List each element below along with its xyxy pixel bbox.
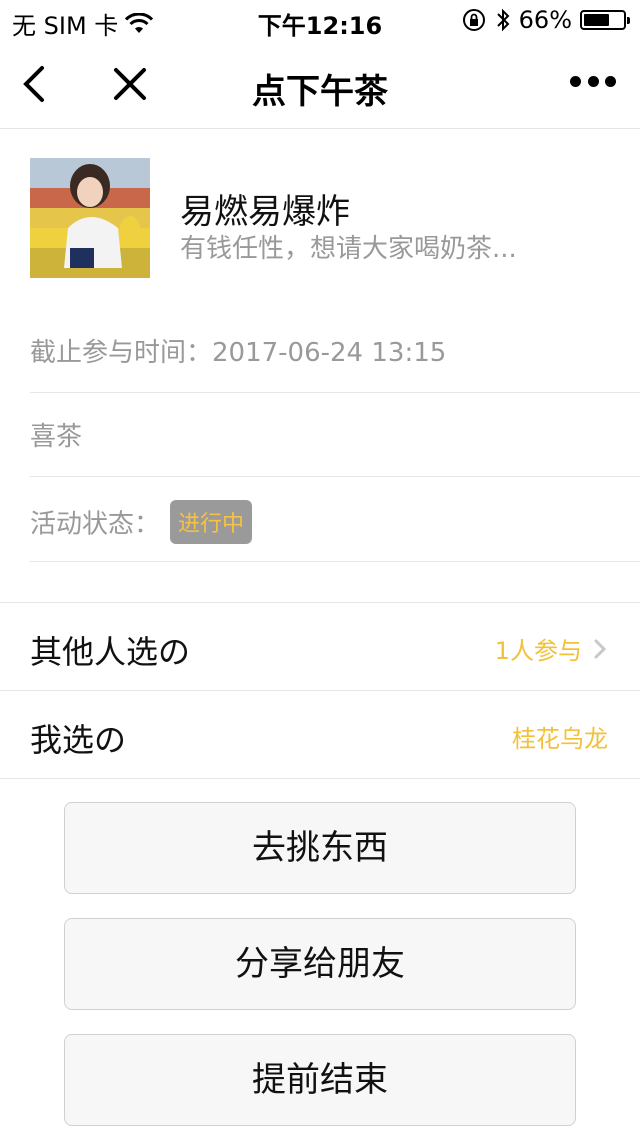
- status-label: 活动状态：: [30, 509, 161, 540]
- status-line: 活动状态： 进行中: [30, 500, 253, 544]
- orientation-lock-icon: [462, 9, 485, 31]
- deadline-text: 截止参与时间：2017-06-24 13:15: [30, 338, 447, 368]
- chevron-right-icon: [594, 639, 607, 658]
- section-divider: [0, 562, 640, 603]
- pick-items-button[interactable]: 去挑东西: [64, 802, 576, 894]
- end-early-button[interactable]: 提前结束: [64, 1034, 576, 1126]
- battery-icon: [580, 10, 630, 30]
- more-icon[interactable]: [570, 76, 616, 90]
- avatar: [30, 158, 150, 278]
- battery-percent: 66%: [518, 6, 572, 34]
- shop-name: 喜茶: [30, 422, 83, 452]
- nav-bar: 点下午茶: [0, 40, 640, 129]
- shop-row: 喜茶: [30, 392, 640, 477]
- status-bar: 无 SIM 卡 下午12:16 66%: [0, 0, 640, 40]
- activity-status-row: 活动状态： 进行中: [30, 476, 640, 562]
- others-choices-title: 其他人选の: [30, 633, 191, 671]
- others-choices-value: 1人参与: [495, 631, 608, 666]
- host-profile: 易燃易爆炸 有钱任性，想请大家喝奶茶...: [30, 158, 610, 278]
- others-choices-row[interactable]: 其他人选の 1人参与: [0, 603, 640, 691]
- my-choice-title: 我选の: [30, 721, 127, 759]
- host-description: 有钱任性，想请大家喝奶茶...: [180, 234, 517, 264]
- host-name: 易燃易爆炸: [180, 192, 350, 232]
- share-button[interactable]: 分享给朋友: [64, 918, 576, 1010]
- my-choice-value: 桂花乌龙: [512, 719, 608, 754]
- page-title: 点下午茶: [252, 72, 388, 112]
- bluetooth-icon: [496, 8, 510, 32]
- status-right: 66%: [461, 6, 630, 34]
- my-choice-item: 桂花乌龙: [512, 725, 608, 753]
- my-choice-row: 我选の 桂花乌龙: [0, 691, 640, 779]
- status-badge: 进行中: [170, 500, 253, 544]
- participant-count: 1人参与: [494, 637, 582, 665]
- deadline-row: 截止参与时间：2017-06-24 13:15: [30, 308, 640, 393]
